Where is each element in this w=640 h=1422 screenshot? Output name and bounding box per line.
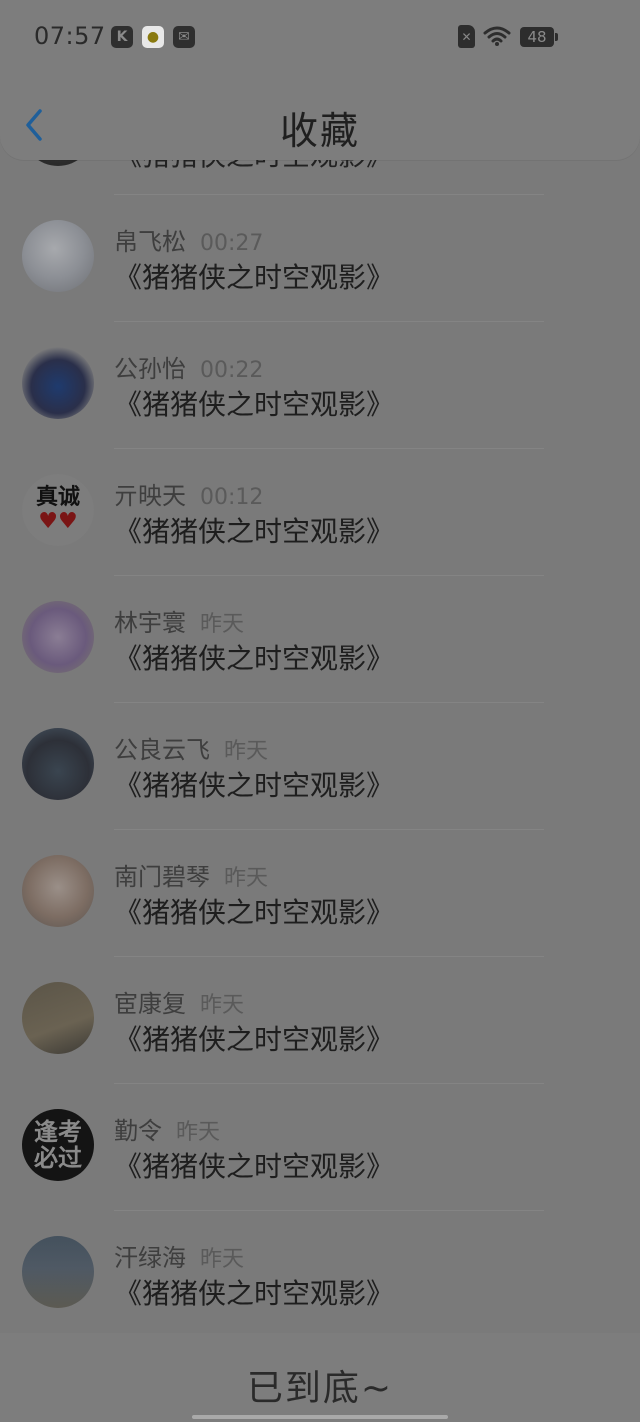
k-app-icon: K xyxy=(111,26,133,48)
footer: 已到底~ xyxy=(0,1333,640,1422)
item-time: 昨天 xyxy=(176,1120,221,1145)
divider xyxy=(114,321,544,322)
user-name: 宦康复 xyxy=(114,990,186,1018)
hearts-icon: ♥♥ xyxy=(38,509,78,534)
avatar: 逢考必过 xyxy=(22,1109,94,1181)
list-item[interactable]: 汗绿海 昨天 《猪猪侠之时空观影》 xyxy=(0,1210,640,1337)
list-item[interactable]: 宦康复 昨天 《猪猪侠之时空观影》 xyxy=(0,956,640,1083)
item-title: 《猪猪侠之时空观影》 xyxy=(114,642,395,675)
wifi-icon xyxy=(483,26,511,46)
divider xyxy=(114,1210,544,1211)
list-item[interactable]: 帛飞松 00:27 《猪猪侠之时空观影》 xyxy=(0,194,640,321)
item-title: 《猪猪侠之时空观影》 xyxy=(114,1150,395,1183)
avatar xyxy=(22,601,94,673)
chat-app-icon: ● xyxy=(142,26,164,48)
avatar-text: 逢考必过 xyxy=(34,1118,82,1172)
item-title: 《猪猪侠之时空观影》 xyxy=(114,896,395,929)
avatar xyxy=(22,982,94,1054)
end-of-list-text: 已到底~ xyxy=(246,1368,394,1409)
item-title: 《猪猪侠之时空观影》 xyxy=(114,261,395,294)
item-title: 《猪猪侠之时空观影》 xyxy=(114,769,395,802)
item-time: 昨天 xyxy=(224,866,269,891)
header: 收藏 xyxy=(0,74,640,160)
user-name: 公孙怡 xyxy=(114,355,186,383)
user-name: 南门碧琴 xyxy=(114,863,210,891)
item-time: 昨天 xyxy=(200,1247,245,1272)
item-title: 《猪猪侠之时空观影》 xyxy=(114,1277,395,1310)
avatar-text: 真诚 xyxy=(35,485,80,510)
no-sim-icon: ✕ xyxy=(458,25,475,48)
divider xyxy=(114,702,544,703)
user-name: 公良云飞 xyxy=(114,736,210,764)
list-item[interactable]: 逢考必过 勤令 昨天 《猪猪侠之时空观影》 xyxy=(0,1083,640,1210)
home-indicator[interactable] xyxy=(192,1415,448,1419)
avatar xyxy=(22,1236,94,1308)
favorites-screen: 《猪猪侠之时空观影》 帛飞松 00:27 《猪猪侠之时空观影》 公孙怡 00:22 … xyxy=(0,0,640,1422)
item-time: 昨天 xyxy=(224,739,269,764)
list-item[interactable]: 南门碧琴 昨天 《猪猪侠之时空观影》 xyxy=(0,829,640,956)
user-name: 帛飞松 xyxy=(114,228,186,256)
user-name: 汗绿海 xyxy=(114,1244,186,1272)
list-item[interactable]: 公孙怡 00:22 《猪猪侠之时空观影》 xyxy=(0,321,640,448)
user-name: 亓映天 xyxy=(114,482,186,510)
divider xyxy=(114,1083,544,1084)
list-item[interactable]: 真诚 ♥♥ 亓映天 00:12 《猪猪侠之时空观影》 xyxy=(0,448,640,575)
user-name: 林宇寰 xyxy=(114,609,186,637)
divider xyxy=(114,956,544,957)
page-title: 收藏 xyxy=(279,109,360,153)
status-bar: 07:57 K ● ✉ ✕ 48 xyxy=(0,0,640,74)
user-name: 勤令 xyxy=(114,1117,162,1145)
item-time: 00:12 xyxy=(200,485,264,510)
list-item[interactable]: 林宇寰 昨天 《猪猪侠之时空观影》 xyxy=(0,575,640,702)
item-time: 昨天 xyxy=(200,612,245,637)
item-time: 00:22 xyxy=(200,358,264,383)
item-time: 昨天 xyxy=(200,993,245,1018)
avatar: 真诚 ♥♥ xyxy=(22,474,94,546)
item-time: 00:27 xyxy=(200,231,264,256)
list-item[interactable]: 公良云飞 昨天 《猪猪侠之时空观影》 xyxy=(0,702,640,829)
avatar xyxy=(22,220,94,292)
avatar xyxy=(22,855,94,927)
avatar xyxy=(22,728,94,800)
status-time: 07:57 xyxy=(34,22,106,50)
avatar xyxy=(22,347,94,419)
divider xyxy=(114,194,544,195)
divider xyxy=(114,575,544,576)
divider xyxy=(114,829,544,830)
item-title: 《猪猪侠之时空观影》 xyxy=(114,515,395,548)
item-title: 《猪猪侠之时空观影》 xyxy=(114,388,395,421)
battery-icon: 48 xyxy=(520,27,558,47)
divider xyxy=(114,448,544,449)
battery-level: 48 xyxy=(527,28,547,46)
item-title: 《猪猪侠之时空观影》 xyxy=(114,1023,395,1056)
mail-app-icon: ✉ xyxy=(173,26,195,48)
